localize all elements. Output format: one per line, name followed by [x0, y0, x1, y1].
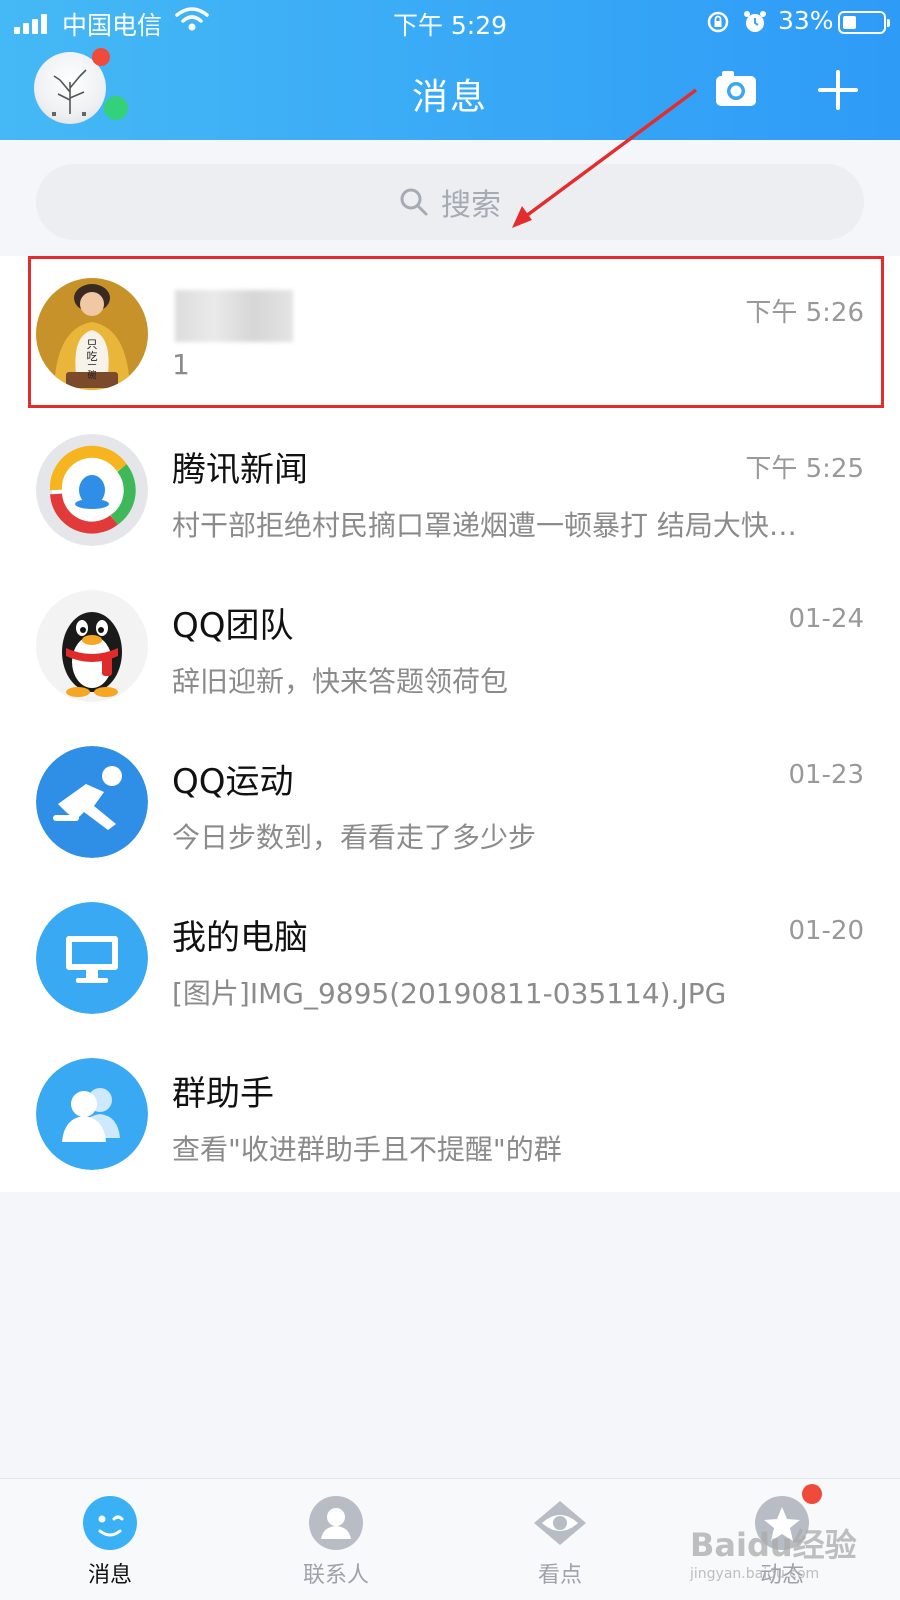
- qq-sport-avatar: [36, 746, 148, 858]
- battery-percent: 33%: [778, 6, 834, 35]
- row-title: 腾讯新闻: [172, 450, 308, 490]
- qq-penguin-icon: [36, 590, 148, 702]
- alarm-icon: [744, 11, 766, 32]
- eye-icon: [534, 1501, 586, 1545]
- monitor-icon: [36, 902, 148, 1014]
- tencent-news-avatar: [36, 434, 148, 546]
- notification-dot: [92, 48, 110, 66]
- watermark-url: jingyan.baidu.com: [690, 1566, 820, 1582]
- sticker-char: 碗: [87, 369, 96, 381]
- top-header: 中国电信 下午 5:29 33% 消息: [0, 0, 900, 140]
- qq-team-avatar: [36, 590, 148, 702]
- group-icon: [36, 1058, 148, 1170]
- tab-contacts[interactable]: 联系人: [276, 1489, 396, 1599]
- row-title: 我的电脑: [172, 918, 308, 958]
- watermark: Baidu经验 jingyan.baidu.com: [690, 1520, 870, 1590]
- conversation-row[interactable]: QQ运动 01-23 今日步数到，看看走了多少步: [0, 724, 900, 880]
- row-preview: 1: [172, 348, 190, 381]
- row-title: 群助手: [172, 1074, 274, 1114]
- row-preview: 村干部拒绝村民摘口罩递烟遭一顿暴打 结局大快…: [172, 509, 797, 542]
- conversation-row[interactable]: 群助手 查看"收进群助手且不提醒"的群: [0, 1036, 900, 1192]
- conversation-list: 只 吃 一 碗 下午 5:26 1 腾讯新闻 下午 5:25 村干部拒绝村民摘口…: [0, 256, 900, 1192]
- running-icon: [36, 746, 148, 858]
- row-preview: [图片]IMG_9895(20190811-035114).JPG: [172, 977, 727, 1010]
- highlight-box: [28, 256, 884, 408]
- row-title: QQ运动: [172, 762, 294, 802]
- contacts-person-icon: [309, 1496, 363, 1550]
- blurred-contact-name: [175, 290, 293, 342]
- page-title: 消息: [411, 77, 488, 118]
- row-time: 01-23: [788, 760, 864, 790]
- search-icon: [400, 188, 428, 216]
- add-plus-icon[interactable]: [816, 68, 860, 112]
- battery-icon: [838, 11, 890, 34]
- my-computer-avatar: [36, 902, 148, 1014]
- status-bar: 中国电信 下午 5:29 33%: [0, 0, 900, 46]
- tab-label: 消息: [87, 1563, 132, 1588]
- tab-kandian[interactable]: 看点: [500, 1489, 620, 1599]
- sticker-char: 一: [87, 361, 96, 371]
- conversation-row[interactable]: 腾讯新闻 下午 5:25 村干部拒绝村民摘口罩递烟遭一顿暴打 结局大快…: [0, 412, 900, 568]
- feed-notification-dot: [802, 1484, 822, 1504]
- watermark-brand: Baidu经验: [690, 1526, 857, 1564]
- search-input[interactable]: 搜索: [36, 164, 864, 240]
- row-time: 下午 5:25: [745, 454, 864, 484]
- conversation-row[interactable]: 只 吃 一 碗 下午 5:26 1: [0, 256, 900, 412]
- tab-messages[interactable]: 消息: [50, 1489, 170, 1599]
- tab-label: 联系人: [302, 1563, 369, 1588]
- search-area: 搜索: [0, 140, 900, 256]
- rotation-lock-icon: [707, 11, 729, 33]
- row-time: 01-24: [788, 604, 864, 634]
- row-time: 01-20: [788, 916, 864, 946]
- contact-avatar: 只 吃 一 碗: [36, 278, 148, 390]
- row-time: 下午 5:26: [745, 298, 864, 328]
- conversation-row[interactable]: 我的电脑 01-20 [图片]IMG_9895(20190811-035114)…: [0, 880, 900, 1036]
- row-preview: 今日步数到，看看走了多少步: [172, 821, 537, 854]
- row-title: QQ团队: [172, 606, 294, 646]
- group-helper-avatar: [36, 1058, 148, 1170]
- row-preview: 辞旧迎新，快来答题领荷包: [172, 665, 509, 698]
- row-preview: 查看"收进群助手且不提醒"的群: [172, 1133, 562, 1166]
- search-placeholder: 搜索: [441, 188, 501, 223]
- camera-icon[interactable]: [714, 68, 758, 108]
- tencent-news-icon: [36, 434, 148, 546]
- cartoon-avatar-icon: 只 吃 一 碗: [36, 278, 148, 390]
- messages-face-icon: [83, 1496, 137, 1550]
- tab-label: 看点: [537, 1563, 582, 1588]
- conversation-row[interactable]: QQ团队 01-24 辞旧迎新，快来答题领荷包: [0, 568, 900, 724]
